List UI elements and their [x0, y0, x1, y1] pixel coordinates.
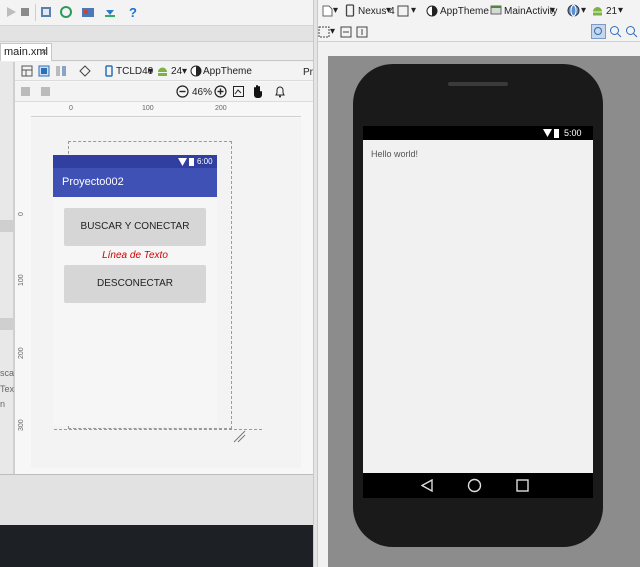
svg-text:?: ? — [129, 5, 137, 19]
nexus-phone-frame: 5:00 Hello world! — [353, 64, 603, 547]
battery-icon — [554, 129, 559, 138]
truncated-text: Tex — [0, 384, 15, 394]
status-bar: 6:00 — [53, 155, 217, 168]
app-title: Proyecto002 — [62, 176, 124, 188]
refresh-icon[interactable] — [40, 86, 51, 97]
project-structure-icon[interactable] — [81, 5, 95, 19]
android-icon[interactable] — [156, 65, 169, 77]
palette-icon[interactable] — [21, 65, 33, 77]
device-icon[interactable] — [104, 65, 114, 77]
layout-preview: 6:00 Proyecto002 BUSCAR Y CONECTAR Línea… — [53, 155, 217, 426]
zoom-out-icon[interactable] — [625, 25, 638, 38]
battery-icon — [189, 158, 194, 166]
status-time: 6:00 — [197, 157, 213, 166]
help-icon[interactable]: ? — [126, 5, 140, 19]
theme-icon — [426, 5, 438, 17]
phone-status-time: 5:00 — [564, 128, 582, 138]
zoom-in-icon[interactable] — [214, 85, 227, 98]
blueprint-icon[interactable] — [55, 65, 67, 77]
close-icon[interactable]: × — [41, 47, 47, 58]
preview-toolbar-secondary: ▾ — [318, 22, 640, 42]
orientation-icon[interactable] — [396, 4, 410, 18]
design-view-icon[interactable] — [38, 65, 50, 77]
stop-icon[interactable] — [18, 5, 32, 19]
wifi-icon — [543, 129, 552, 137]
main-toolbar: ? — [0, 0, 313, 26]
zoom-to-fit-icon[interactable] — [232, 85, 245, 98]
play-icon[interactable] — [4, 5, 18, 19]
horizontal-ruler: 0 100 200 — [31, 103, 301, 117]
vertical-ruler: 0 100 200 300 400 — [18, 212, 25, 503]
desconectar-button[interactable]: DESCONECTAR — [64, 265, 206, 303]
home-icon[interactable] — [467, 478, 482, 493]
download-icon[interactable] — [103, 5, 117, 19]
bell-icon[interactable] — [274, 85, 286, 98]
fit-width-icon[interactable] — [340, 26, 352, 38]
zoom-toolbar: 46% — [15, 82, 313, 102]
preview-settings-icon[interactable] — [20, 86, 31, 97]
editor-toolbar: TCLD40 ▾ 24 ▾ AppTheme — [15, 62, 313, 81]
device-icon[interactable] — [345, 4, 355, 17]
console-panel — [0, 525, 313, 567]
back-icon[interactable] — [421, 479, 434, 492]
new-file-icon[interactable] — [322, 5, 333, 17]
api-selector[interactable]: 21 — [606, 6, 617, 17]
phone-status-bar: 5:00 — [363, 126, 593, 140]
theme-selector[interactable]: AppTheme — [203, 66, 252, 77]
overflow-label: Pr — [303, 67, 313, 78]
zoom-in-icon[interactable] — [609, 25, 622, 38]
theme-selector[interactable]: AppTheme — [440, 6, 489, 17]
truncated-text: n — [0, 399, 6, 409]
api-selector[interactable]: 24 — [171, 66, 182, 77]
orientation-icon[interactable] — [78, 65, 92, 77]
layout-editor-pane: ? main.xml × scar Tex n TCLD40 ▾ 24 ▾ Ap… — [0, 0, 313, 567]
text-line-label: Línea de Texto — [102, 250, 168, 261]
locale-globe-icon[interactable] — [567, 4, 580, 17]
pan-hand-icon[interactable] — [251, 84, 264, 99]
buscar-conectar-button[interactable]: BUSCAR Y CONECTAR — [64, 208, 206, 246]
preview-pane: ▾ Nexus 4 ▾ ▾ AppTheme MainActivity ▾ ▾ … — [318, 0, 640, 567]
fit-height-icon[interactable] — [356, 26, 368, 38]
android-icon[interactable] — [591, 4, 604, 17]
recents-icon[interactable] — [516, 479, 529, 492]
zoom-grid-icon[interactable] — [318, 26, 330, 38]
hello-world-text: Hello world! — [371, 149, 419, 159]
phone-nav-bar — [363, 473, 593, 498]
tab-main-xml[interactable]: main.xml × — [0, 43, 52, 61]
theme-icon — [190, 65, 202, 77]
preview-toolbar: ▾ Nexus 4 ▾ ▾ AppTheme MainActivity ▾ ▾ … — [318, 0, 640, 22]
resize-handle-icon[interactable] — [232, 429, 246, 443]
bottom-panel — [0, 474, 313, 525]
wifi-icon — [178, 158, 187, 166]
zoom-level: 46% — [192, 87, 213, 98]
device-preview-area: 5:00 Hello world! — [328, 56, 640, 567]
action-bar: Proyecto002 — [53, 168, 217, 197]
zoom-out-icon[interactable] — [176, 85, 189, 98]
zoom-actual-icon[interactable] — [591, 24, 606, 39]
avd-sync-icon[interactable] — [59, 5, 73, 19]
sdk-manager-icon[interactable] — [39, 5, 53, 19]
activity-icon — [490, 5, 502, 15]
phone-screen: Hello world! — [363, 140, 593, 473]
